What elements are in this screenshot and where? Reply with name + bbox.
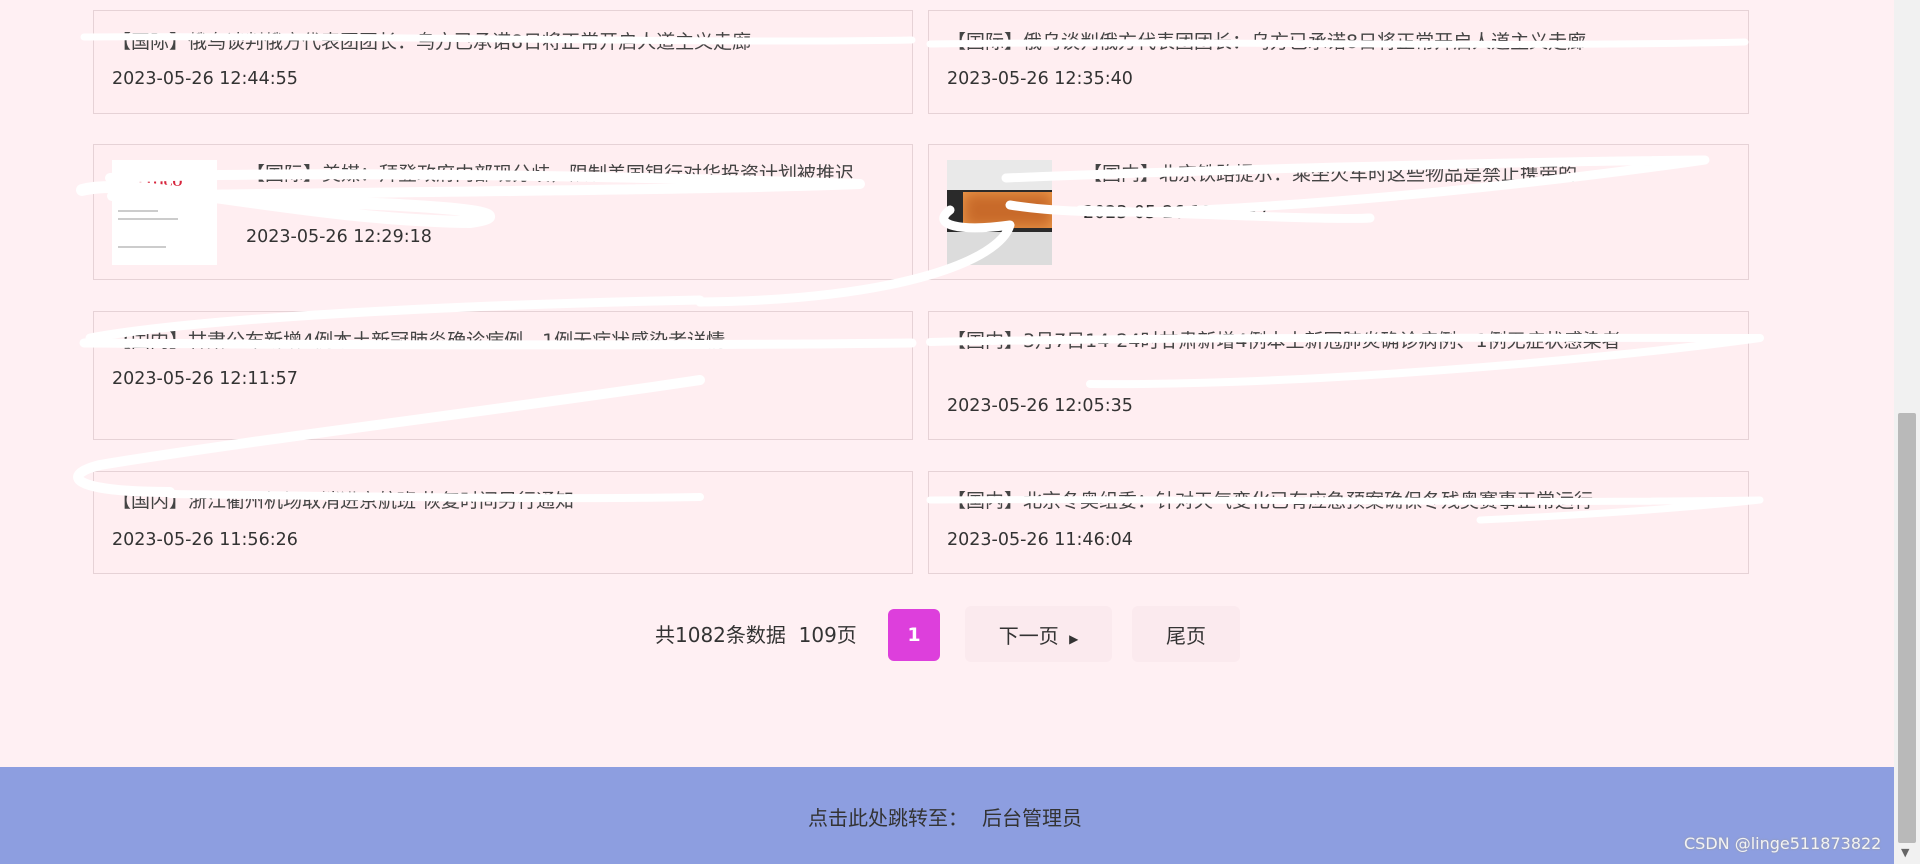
news-title[interactable]: 【国际】美媒：拜登政府内部现分歧，限制美国银行对华投资计划被推迟 bbox=[246, 161, 892, 215]
admin-link[interactable]: 后台管理员 bbox=[982, 802, 1082, 831]
watermark: CSDN @linge511873822 bbox=[1684, 834, 1882, 853]
pagination-info: 共1082条数据 109页 bbox=[655, 619, 857, 648]
news-title[interactable]: 【国内】浙江衢州机场取消进京航班 恢复时间另行通知 bbox=[112, 488, 892, 515]
news-time: 2023-05-26 12:44:55 bbox=[112, 69, 298, 89]
news-thumbnail[interactable]: POLITICO bbox=[112, 160, 217, 265]
scroll-down-arrow-icon[interactable]: ▼ bbox=[1901, 846, 1909, 859]
news-time: 2023-05-26 12:24:37 bbox=[1083, 203, 1269, 223]
news-card[interactable]: 【国内】北京冬奥组委：针对天气变化已有应急预案确保冬残奥赛事正常运行 2023-… bbox=[928, 471, 1749, 574]
page-1-button[interactable]: 1 bbox=[888, 609, 940, 661]
politico-logo: POLITICO bbox=[121, 174, 183, 189]
footer-jump-label: 点击此处跳转至： bbox=[808, 806, 968, 830]
news-title[interactable]: 【国内】甘肃公布新增4例本土新冠肺炎确诊病例、1例无症状感染者详情 bbox=[112, 328, 892, 355]
news-thumbnail[interactable] bbox=[947, 160, 1052, 265]
page-count: 109页 bbox=[798, 623, 857, 647]
footer: 点击此处跳转至： 后台管理员 bbox=[0, 767, 1894, 864]
news-time: 2023-05-26 11:46:04 bbox=[947, 530, 1133, 550]
news-title[interactable]: 【国际】俄乌谈判俄方代表团团长：乌方已承诺8日将正常开启人道主义走廊 bbox=[947, 29, 1728, 56]
news-card[interactable]: POLITICO 【国际】美媒：拜登政府内部现分歧，限制美国银行对华投资计划被推… bbox=[93, 144, 913, 280]
news-card[interactable]: 【国内】浙江衢州机场取消进京航班 恢复时间另行通知 2023-05-26 11:… bbox=[93, 471, 913, 574]
news-time: 2023-05-26 12:29:18 bbox=[246, 227, 432, 247]
news-title[interactable]: 【国内】北京冬奥组委：针对天气变化已有应急预案确保冬残奥赛事正常运行 bbox=[947, 488, 1728, 515]
next-page-label: 下一页 bbox=[998, 623, 1059, 648]
news-time: 2023-05-26 12:35:40 bbox=[947, 69, 1133, 89]
scrollbar-thumb[interactable] bbox=[1898, 413, 1916, 843]
scrollbar[interactable]: ▼ bbox=[1894, 0, 1920, 864]
news-card[interactable]: 【国内】3月7日14-24时甘肃新增4例本土新冠肺炎确诊病例、1例无症状感染者 … bbox=[928, 311, 1749, 440]
news-card[interactable]: 【国际】俄乌谈判俄方代表团团长：乌方已承诺8日将正常开启人道主义走廊 2023-… bbox=[93, 10, 913, 114]
news-title[interactable]: 【国内】北京铁路提示：乘坐火车时这些物品是禁止携带的 bbox=[1083, 161, 1728, 188]
news-time: 2023-05-26 11:56:26 bbox=[112, 530, 298, 550]
news-time: 2023-05-26 12:05:35 bbox=[947, 396, 1133, 416]
news-card[interactable]: 【国内】北京铁路提示：乘坐火车时这些物品是禁止携带的 2023-05-26 12… bbox=[928, 144, 1749, 280]
news-title[interactable]: 【国际】俄乌谈判俄方代表团团长：乌方已承诺8日将正常开启人道主义走廊 bbox=[112, 29, 892, 56]
total-count: 共1082条数据 bbox=[655, 623, 786, 647]
caret-right-icon: ▶ bbox=[1069, 631, 1079, 646]
news-card[interactable]: 【国内】甘肃公布新增4例本土新冠肺炎确诊病例、1例无症状感染者详情 2023-0… bbox=[93, 311, 913, 440]
news-title[interactable]: 【国内】3月7日14-24时甘肃新增4例本土新冠肺炎确诊病例、1例无症状感染者 bbox=[947, 328, 1728, 382]
next-page-button[interactable]: 下一页 ▶ bbox=[965, 606, 1112, 662]
last-page-button[interactable]: 尾页 bbox=[1132, 606, 1240, 662]
news-card[interactable]: 【国际】俄乌谈判俄方代表团团长：乌方已承诺8日将正常开启人道主义走廊 2023-… bbox=[928, 10, 1749, 114]
news-time: 2023-05-26 12:11:57 bbox=[112, 369, 298, 389]
